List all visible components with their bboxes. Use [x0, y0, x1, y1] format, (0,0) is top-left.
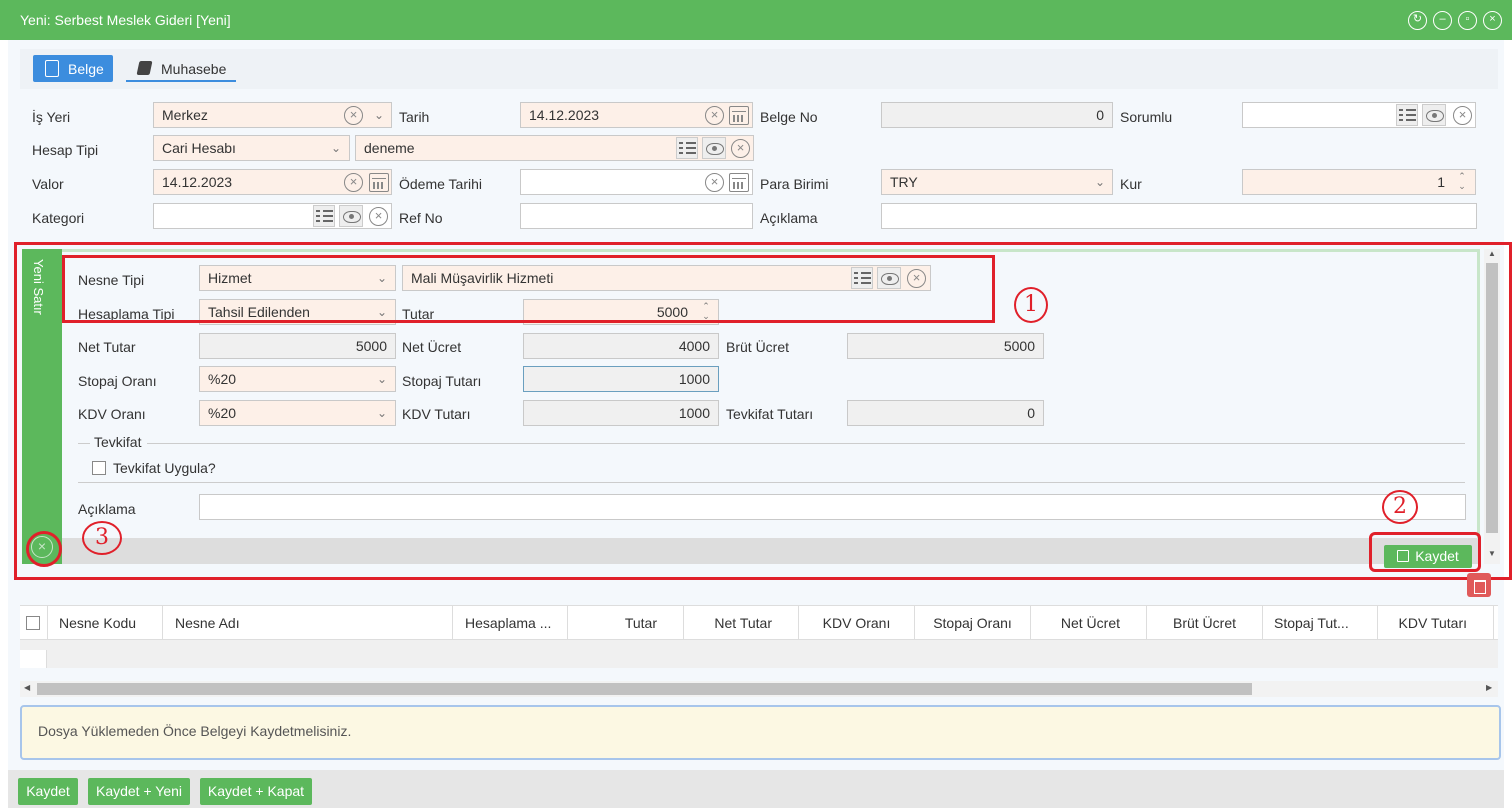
col-nesne-kodu[interactable]: Nesne Kodu — [48, 606, 163, 641]
tab-muhasebe[interactable]: Muhasebe — [126, 55, 236, 82]
horizontal-scrollbar[interactable]: ◀ ▶ — [20, 681, 1498, 697]
list-icon[interactable] — [676, 137, 698, 159]
ref-no-label: Ref No — [399, 210, 443, 226]
aciklama-input[interactable] — [881, 203, 1477, 229]
clear-icon[interactable]: × — [705, 173, 724, 192]
aciklama-label: Açıklama — [760, 210, 818, 226]
eye-icon[interactable] — [702, 137, 726, 159]
chevron-down-icon[interactable]: ⌄ — [374, 109, 384, 121]
annotation-label-2: 2 — [1382, 490, 1418, 524]
tab-belge-label: Belge — [68, 61, 104, 77]
close-icon[interactable]: × — [1483, 11, 1502, 30]
grid-cell — [20, 650, 47, 668]
save-new-button[interactable]: Kaydet + Yeni — [88, 778, 190, 805]
clear-icon[interactable]: × — [705, 106, 724, 125]
hesap-tipi-label: Hesap Tipi — [32, 142, 99, 158]
col-net-ucret[interactable]: Net Ücret — [1031, 606, 1147, 641]
clear-icon[interactable]: × — [344, 106, 363, 125]
calendar-icon[interactable] — [369, 173, 389, 192]
col-net-tutar[interactable]: Net Tutar — [684, 606, 799, 641]
kur-label: Kur — [1120, 176, 1142, 192]
tab-belge[interactable]: Belge — [33, 55, 113, 82]
col-brut-ucret[interactable]: Brüt Ücret — [1147, 606, 1263, 641]
calendar-icon[interactable] — [729, 106, 749, 125]
window-title-bar: Yeni: Serbest Meslek Gideri [Yeni] ↻ – ▫… — [0, 0, 1512, 40]
valor-label: Valor — [32, 176, 64, 192]
spinner-icon[interactable]: ⌃ ⌄ — [1455, 171, 1469, 193]
delete-icon[interactable] — [1467, 573, 1491, 597]
col-kdv-orani[interactable]: KDV Oranı — [799, 606, 915, 641]
eye-icon[interactable] — [339, 205, 363, 227]
clear-icon[interactable]: × — [344, 173, 363, 192]
document-icon — [45, 60, 59, 77]
sorumlu-label: Sorumlu — [1120, 109, 1173, 125]
chevron-down-icon[interactable]: ⌄ — [331, 142, 341, 154]
annotation-box-2 — [1369, 532, 1481, 572]
grid-header: Nesne Kodu Nesne Adı Hesaplama ... Tutar… — [20, 605, 1498, 641]
clear-icon[interactable]: × — [369, 207, 388, 226]
col-stopaj-tutari[interactable]: Stopaj Tut... — [1263, 606, 1378, 641]
col-stopaj-orani[interactable]: Stopaj Oranı — [915, 606, 1031, 641]
annotation-box-1 — [62, 255, 995, 323]
annotation-label-1: 1 — [1014, 287, 1048, 323]
chevron-down-icon[interactable]: ⌄ — [1095, 176, 1105, 188]
belge-no-input: 0 — [881, 102, 1113, 128]
para-birimi-label: Para Birimi — [760, 176, 829, 192]
list-icon[interactable] — [1396, 104, 1418, 126]
eye-icon[interactable] — [1422, 104, 1446, 126]
kategori-label: Kategori — [32, 210, 85, 226]
para-birimi-select[interactable]: TRY — [881, 169, 1113, 195]
is-yeri-label: İş Yeri — [32, 109, 71, 125]
annotation-circle-3 — [26, 531, 62, 567]
maximize-icon[interactable]: ▫ — [1458, 11, 1477, 30]
save-button[interactable]: Kaydet — [18, 778, 78, 805]
odeme-tarihi-label: Ödeme Tarihi — [399, 176, 483, 192]
upload-notice-text: Dosya Yüklemeden Önce Belgeyi Kaydetmeli… — [38, 723, 352, 739]
col-tutar[interactable]: Tutar — [568, 606, 684, 641]
annotation-label-3: 3 — [82, 521, 122, 555]
col-nesne-adi[interactable]: Nesne Adı — [163, 606, 453, 641]
hesap-tipi-select[interactable]: Cari Hesabı — [153, 135, 350, 161]
scroll-left-icon[interactable]: ◀ — [24, 683, 30, 692]
clear-icon[interactable]: × — [1453, 106, 1472, 125]
calendar-icon[interactable] — [729, 173, 749, 192]
book-icon — [136, 61, 153, 75]
col-hesaplama[interactable]: Hesaplama ... — [453, 606, 568, 641]
kur-input[interactable]: 1 — [1242, 169, 1476, 195]
grid-body — [20, 640, 1498, 668]
minimize-icon[interactable]: – — [1433, 11, 1452, 30]
col-kdv-tutari[interactable]: KDV Tutarı — [1378, 606, 1494, 641]
select-all-checkbox[interactable] — [26, 616, 40, 630]
clear-icon[interactable]: × — [731, 139, 750, 158]
save-close-button[interactable]: Kaydet + Kapat — [200, 778, 312, 805]
scrollbar-thumb[interactable] — [37, 683, 1252, 695]
refresh-icon[interactable]: ↻ — [1408, 11, 1427, 30]
upload-notice: Dosya Yüklemeden Önce Belgeyi Kaydetmeli… — [20, 705, 1501, 760]
belge-no-label: Belge No — [760, 109, 818, 125]
tarih-label: Tarih — [399, 109, 430, 125]
window-title: Yeni: Serbest Meslek Gideri [Yeni] — [20, 12, 231, 28]
tab-muhasebe-label: Muhasebe — [161, 61, 227, 77]
ref-no-input[interactable] — [520, 203, 753, 229]
grid-select-all-cell — [20, 606, 48, 641]
list-icon[interactable] — [313, 205, 335, 227]
tab-bar — [20, 49, 1498, 89]
scroll-right-icon[interactable]: ▶ — [1486, 683, 1492, 692]
